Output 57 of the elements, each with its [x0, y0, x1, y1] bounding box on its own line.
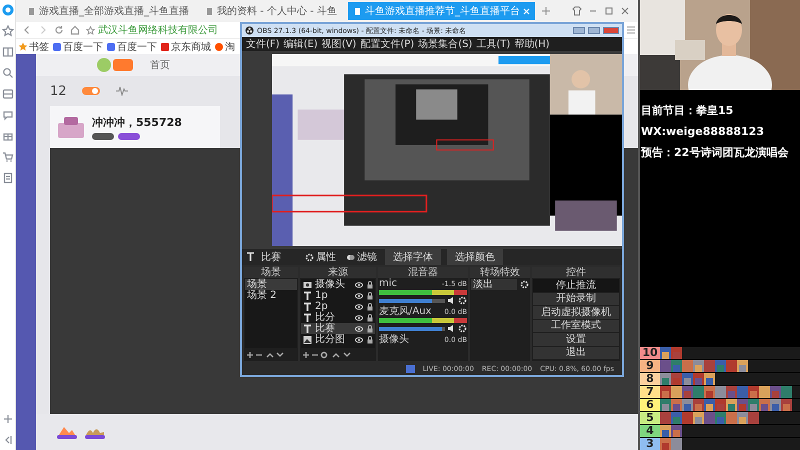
dock-header: 混音器 — [378, 267, 468, 278]
menu-item[interactable]: 帮助(H) — [514, 37, 550, 51]
tier-label: 10 — [640, 347, 660, 359]
dock-header: 来源 — [300, 267, 376, 278]
dock-header: 转场特效 — [470, 267, 530, 278]
channel-name: mic — [379, 279, 398, 289]
menu-item[interactable]: 视图(V) — [322, 37, 356, 51]
source-item[interactable]: 比赛 — [301, 323, 375, 334]
source-item[interactable]: 比分图 — [301, 334, 375, 345]
tier-label: 6 — [640, 399, 660, 411]
bookmark-link[interactable]: 京东商城 — [160, 40, 211, 54]
transition-dropdown[interactable]: 淡出 — [471, 279, 517, 290]
menu-item[interactable]: 配置文件(P) — [360, 37, 414, 51]
control-button[interactable]: 设置 — [533, 333, 619, 346]
streamer-name: 冲冲冲，555728 — [92, 114, 182, 130]
tier-label: 3 — [640, 438, 660, 450]
menu-item[interactable]: 场景集合(S) — [418, 37, 472, 51]
tier-label: 9 — [640, 360, 660, 372]
toolbar-button[interactable]: 选择颜色 — [447, 249, 503, 265]
toolbar-button[interactable]: 选择字体 — [385, 249, 441, 265]
source-item[interactable]: 2p — [301, 301, 375, 312]
nav-link[interactable]: 首页 — [150, 58, 170, 72]
menu-item[interactable]: 文件(F) — [246, 37, 280, 51]
channel-name: 麦克风/Aux — [379, 307, 432, 317]
bookmark-link[interactable]: 百度一下 — [52, 40, 103, 54]
overlay-text: WX:weige88888123 — [641, 125, 765, 138]
dock-header: 场景 — [244, 267, 298, 278]
control-button[interactable]: 停止推流 — [533, 279, 619, 292]
bookmark-link[interactable]: 淘 — [214, 40, 235, 54]
tier-label: 8 — [640, 373, 660, 385]
control-button[interactable]: 启动虚拟摄像机 — [533, 306, 619, 318]
tier-label: 7 — [640, 386, 660, 398]
overlay-text: 预告：22号诗词团瓦龙演唱会 — [641, 146, 790, 159]
control-button[interactable]: 开始录制 — [533, 292, 619, 305]
scene-item[interactable]: 场景 — [245, 279, 297, 290]
control-button[interactable]: 退出 — [533, 346, 619, 359]
tier-label: 4 — [640, 425, 660, 437]
source-item[interactable]: 1p — [301, 290, 375, 301]
tier-label: 5 — [640, 412, 660, 424]
control-button[interactable]: 工作室模式 — [533, 320, 619, 332]
address-field[interactable]: 武汉斗鱼网络科技有限公司 — [86, 23, 218, 37]
source-item[interactable]: 摄像头 — [301, 279, 375, 290]
overlay-text: 目前节目：拳皇15 — [641, 104, 734, 117]
bookmark-link[interactable]: 书签 — [18, 40, 49, 54]
stat-value: 12 — [50, 84, 67, 98]
channel-name: 摄像头 — [379, 335, 409, 345]
dock-header: 控件 — [532, 267, 620, 278]
toolbar-button[interactable]: 属性 — [303, 250, 338, 264]
browser-tab[interactable]: 我的资料 - 个人中心 - 斗鱼 — [200, 2, 342, 20]
source-item[interactable]: 比分 — [301, 312, 375, 323]
menu-item[interactable]: 工具(T) — [476, 37, 510, 51]
bookmark-link[interactable]: 百度一下 — [106, 40, 157, 54]
source-name: 比赛 — [261, 250, 281, 264]
scene-item[interactable]: 场景 2 — [245, 290, 297, 301]
browser-tab[interactable]: 游戏直播_全部游戏直播_斗鱼直播 — [22, 2, 194, 20]
toolbar-button[interactable]: 滤镜 — [344, 250, 379, 264]
menu-item[interactable]: 编辑(E) — [284, 37, 318, 51]
